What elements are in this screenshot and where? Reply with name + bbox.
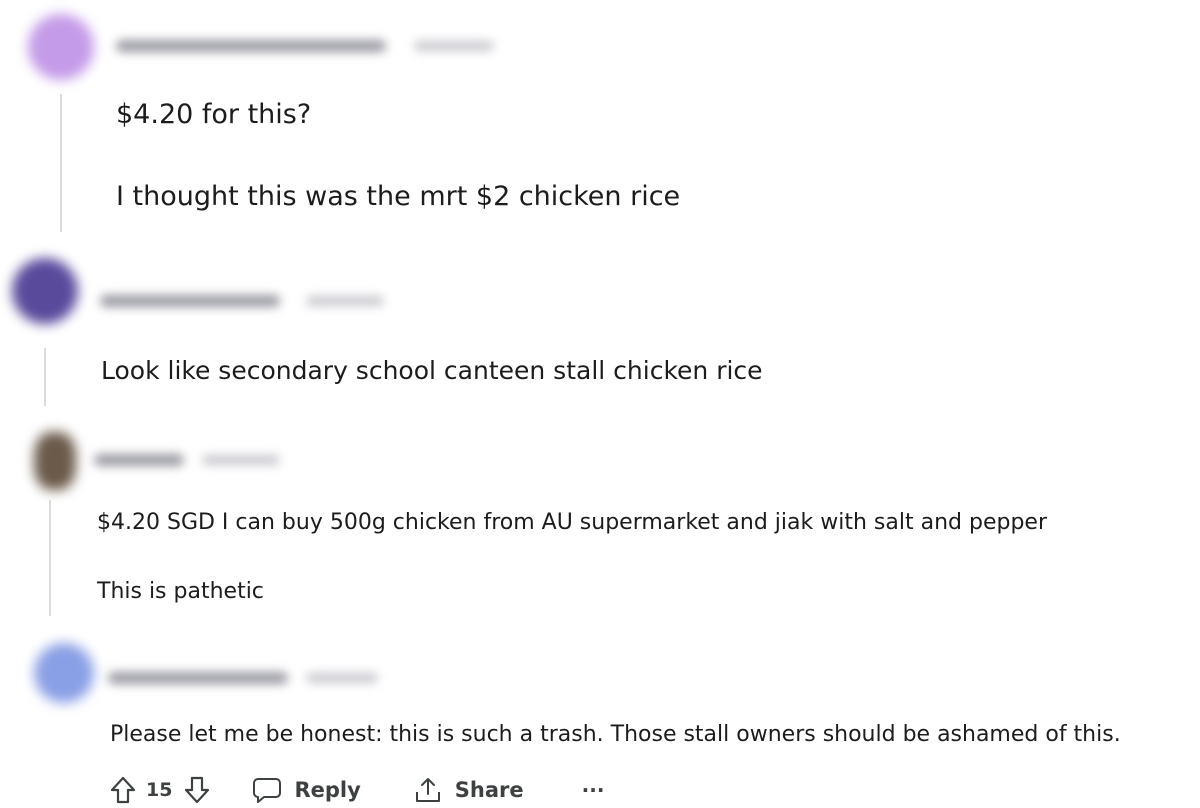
reply-button[interactable]: Reply [252,776,361,804]
comment-time [306,673,378,683]
thread-line[interactable] [60,94,62,232]
thread-line[interactable] [49,500,51,616]
share-label: Share [454,778,524,802]
thread-line[interactable] [44,348,46,406]
comment-time [202,455,280,465]
avatar[interactable] [34,643,94,703]
author-name[interactable] [94,454,184,466]
arrow-up-icon [110,776,136,804]
comment-bubble-icon [253,778,282,803]
comment-text: I thought this was the mrt $2 chicken ri… [116,181,681,212]
comment-text: Look like secondary school canteen stall… [101,356,763,385]
comment-action-bar: 15 Reply Share ··· [110,772,604,808]
share-icon [415,778,440,802]
comment-text: Please let me be honest: this is such a … [110,722,1121,747]
avatar[interactable] [34,432,76,490]
more-options-icon: ··· [581,778,605,802]
comment-text: $4.20 SGD I can buy 500g chicken from AU… [97,510,1047,535]
downvote-button[interactable] [184,776,210,804]
comment-text: This is pathetic [97,579,264,604]
author-name[interactable] [108,672,288,684]
author-name[interactable] [100,295,280,307]
comment-text: $4.20 for this? [116,99,312,130]
avatar[interactable] [28,14,94,80]
vote-score: 15 [146,779,173,801]
more-options-button[interactable]: ··· [582,778,605,802]
comment-time [414,41,494,51]
arrow-down-icon [185,776,210,804]
comment-time [306,296,384,306]
avatar[interactable] [12,258,78,324]
share-button[interactable]: Share [413,776,524,804]
reply-label: Reply [294,778,361,802]
upvote-button[interactable] [110,776,136,804]
author-name[interactable] [116,40,386,52]
